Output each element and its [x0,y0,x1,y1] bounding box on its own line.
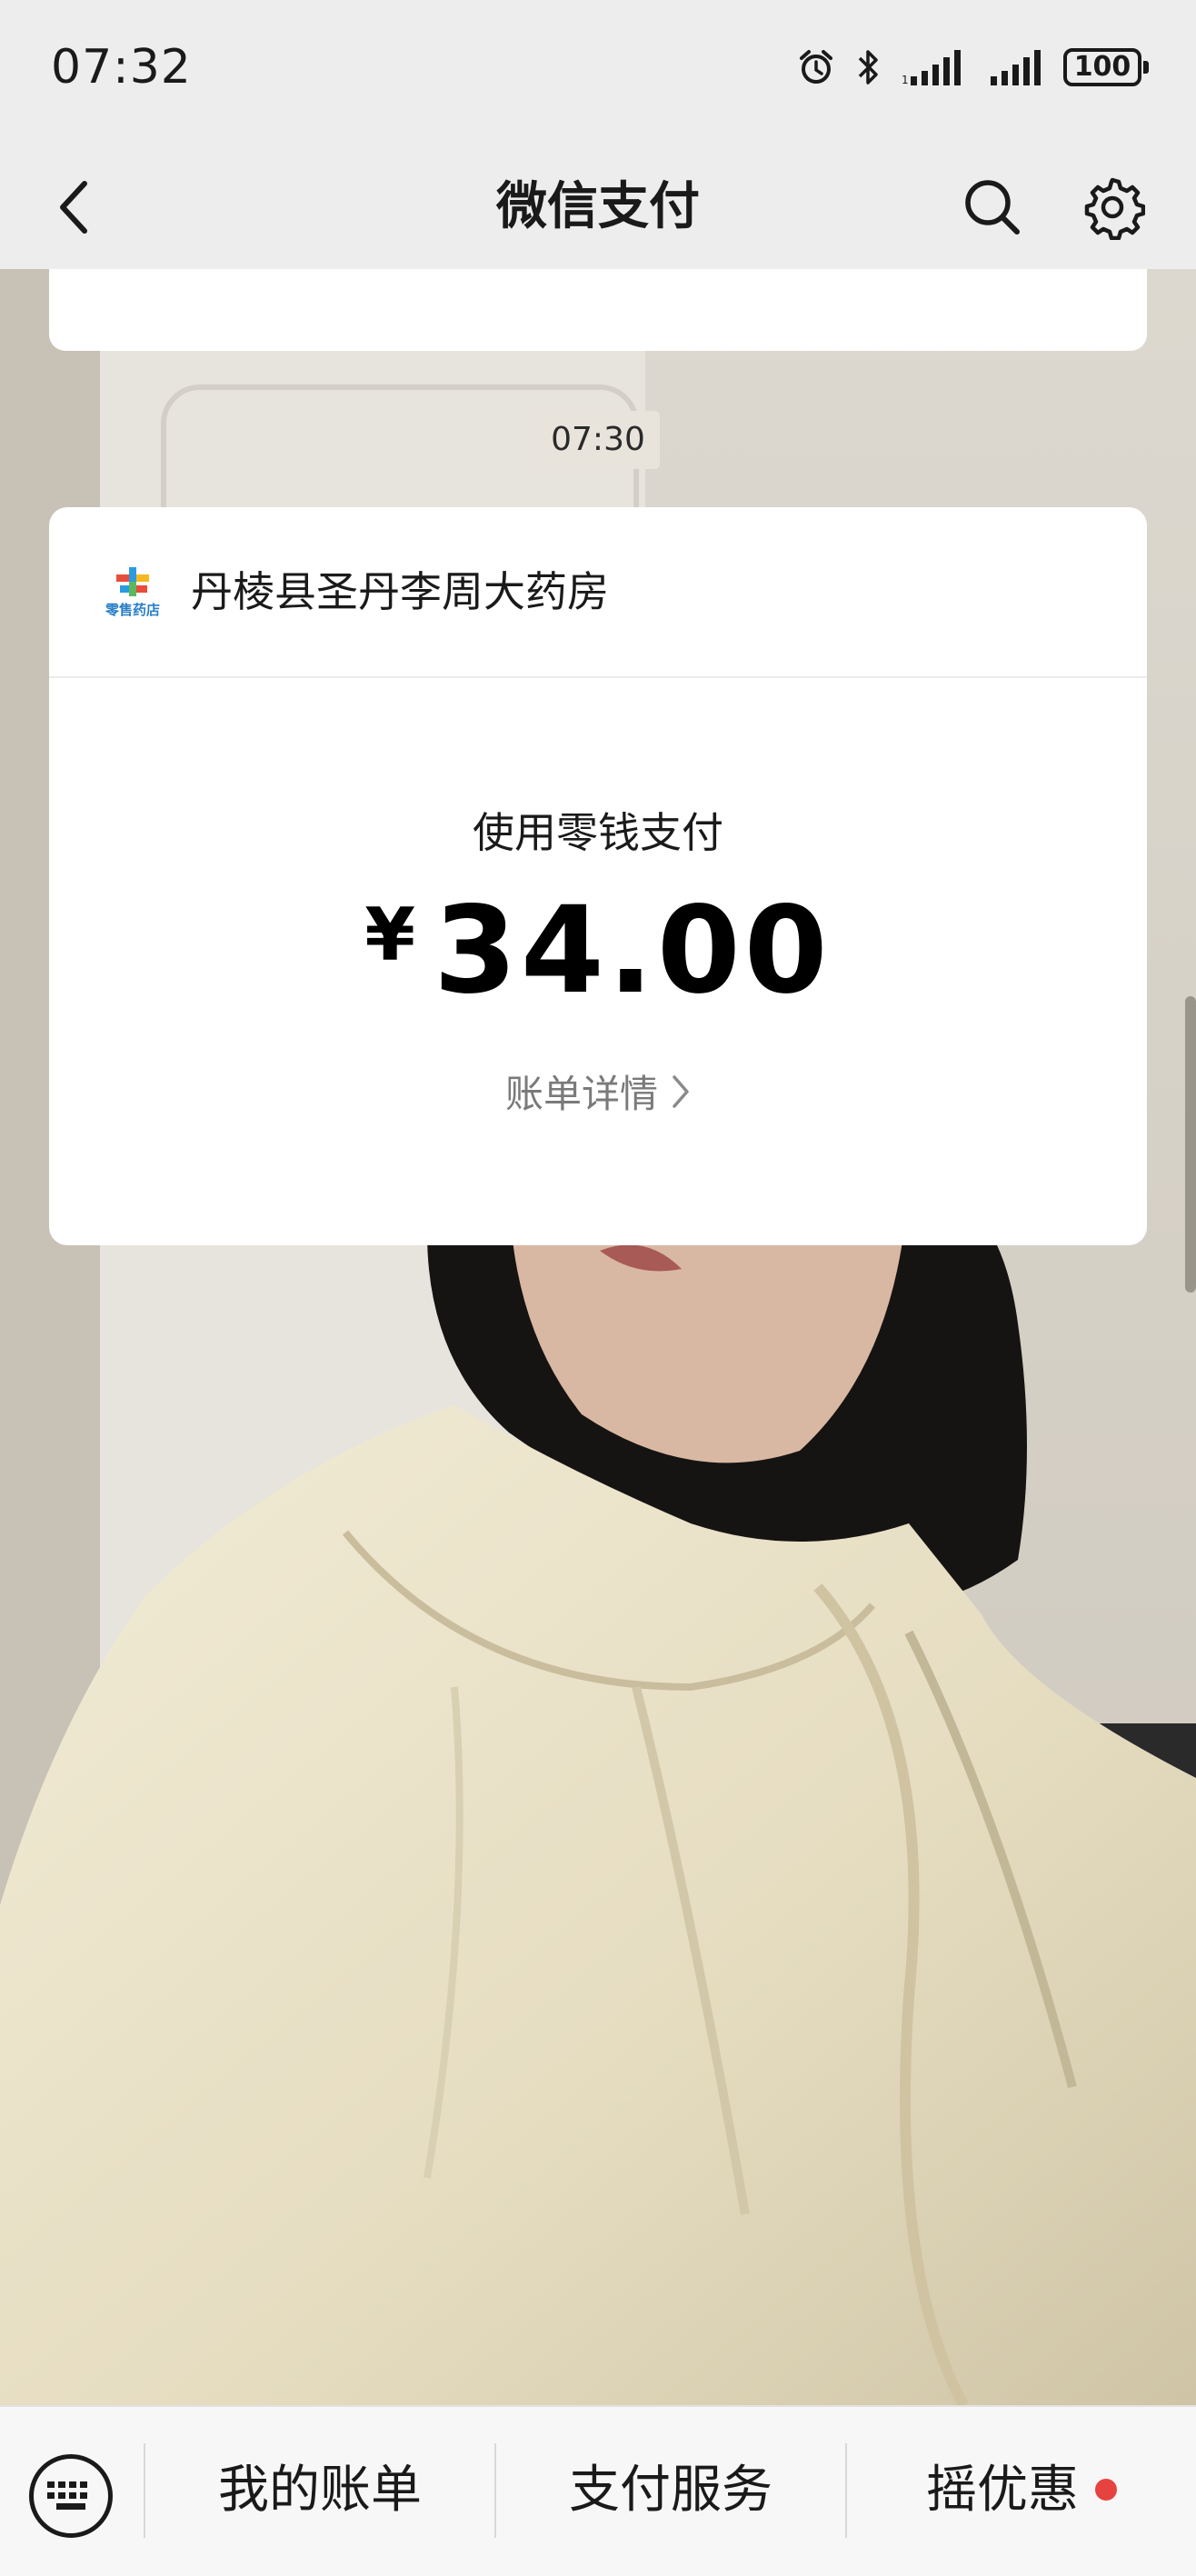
bottom-menu: 我的账单 支付服务 摇优惠 [0,2405,1196,2576]
signal-icon: 1 [902,49,971,85]
nav-bar: 微信支付 [0,145,1196,269]
previous-message-card[interactable] [49,269,1147,351]
amount-value: 34.00 [434,881,832,1021]
chevron-right-icon [673,1074,689,1108]
menu-my-bills-label: 我的账单 [218,2461,422,2520]
merchant-logo-text: 零售药店 [105,602,160,618]
menu-payment-services-label: 支付服务 [569,2461,772,2520]
menu-my-bills[interactable]: 我的账单 [145,2443,494,2538]
scrollbar[interactable] [1185,996,1196,1293]
keyboard-button[interactable] [29,2454,113,2538]
merchant-row[interactable]: 零售药店 丹棱县圣丹李周大药房 [49,507,1147,678]
menu-payment-services[interactable]: 支付服务 [496,2443,845,2538]
menu-shake-discounts[interactable]: 摇优惠 [847,2443,1196,2538]
payment-method: 使用零钱支付 [473,808,723,857]
svg-text:1: 1 [902,74,909,85]
payment-card[interactable]: 零售药店 丹棱县圣丹李周大药房 使用零钱支付 ¥34.00 账单详情 [49,507,1147,1245]
merchant-name: 丹棱县圣丹李周大药房 [191,567,609,616]
merchant-logo: 零售药店 [105,567,160,618]
status-bar: 07:32 1 100 [0,0,1196,145]
search-icon [965,180,1020,235]
currency-symbol: ¥ [364,893,416,977]
bluetooth-icon [856,47,882,87]
bill-detail-label: 账单详情 [504,1072,658,1116]
payment-amount: ¥34.00 [49,887,1147,1014]
notification-badge [1095,2478,1117,2501]
settings-button[interactable] [1069,164,1156,251]
chat-area[interactable]: 07:30 零售药店 丹棱县圣丹李周大药房 使用零钱支付 ¥34.00 账单详情 [0,269,1196,2405]
status-time: 07:32 [51,40,192,95]
search-button[interactable] [949,164,1036,251]
battery-icon: 100 [1063,48,1149,86]
bill-detail-link[interactable]: 账单详情 [49,1063,1147,1119]
alarm-icon [796,47,836,87]
menu-shake-discounts-label: 摇优惠 [926,2461,1079,2520]
message-timestamp: 07:30 [536,411,660,469]
signal-icon [991,49,1043,85]
status-icons: 1 100 [796,47,1149,87]
keyboard-icon [47,2481,87,2510]
gear-icon [1084,177,1145,240]
